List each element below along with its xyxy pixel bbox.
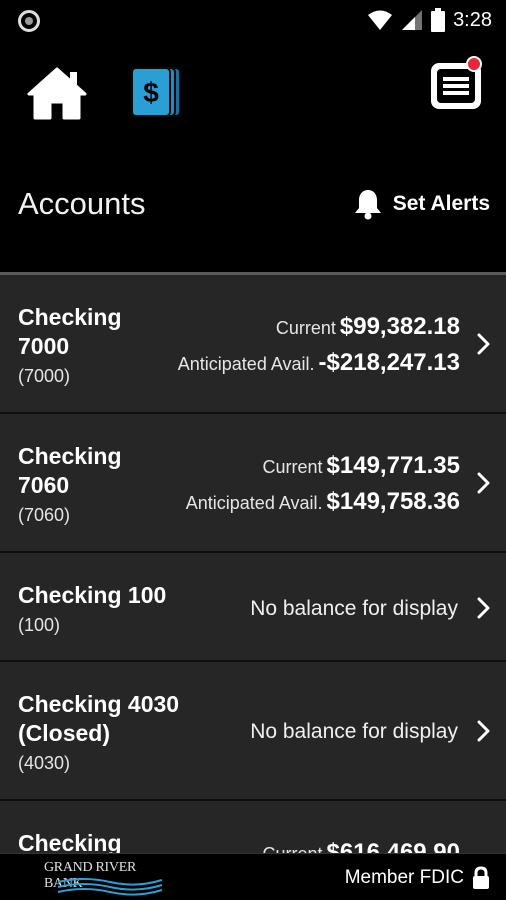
member-fdic-label: Member FDIC bbox=[344, 867, 464, 888]
no-balance-text: No balance for display bbox=[250, 597, 458, 620]
anticipated-value: $149,758.36 bbox=[326, 488, 460, 515]
status-bar: 3:28 bbox=[0, 0, 506, 40]
account-number: (4030) bbox=[18, 753, 71, 773]
home-icon bbox=[27, 67, 87, 120]
dollar-cards-icon: $ bbox=[131, 67, 181, 117]
chevron-right-icon bbox=[477, 472, 490, 494]
chevron-right-icon bbox=[477, 720, 490, 742]
current-balance: Current $99,382.18 bbox=[276, 313, 460, 341]
member-fdic: Member FDIC bbox=[345, 866, 490, 890]
anticipated-balance: Anticipated Avail. -$218,247.13 bbox=[178, 349, 460, 377]
set-alerts-label: Set Alerts bbox=[392, 192, 490, 215]
no-balance-text: No balance for display bbox=[250, 720, 458, 743]
account-row-100[interactable]: Checking 100 (100) No balance for displa… bbox=[0, 553, 506, 662]
chevron-right-icon bbox=[477, 597, 490, 619]
anticipated-label: Anticipated Avail. bbox=[177, 354, 315, 374]
account-name: Checking 7000 bbox=[18, 304, 122, 359]
current-balance: Current $616,469.90 bbox=[263, 839, 461, 853]
account-row-7000[interactable]: Checking 7000 (7000) Current $99,382.18 … bbox=[0, 275, 506, 414]
page-title: Accounts bbox=[18, 186, 146, 221]
account-number: (7000) bbox=[18, 366, 71, 386]
bell-icon bbox=[354, 190, 381, 220]
current-value: $149,771.35 bbox=[326, 452, 460, 479]
page-header: Accounts Set Alerts bbox=[0, 140, 506, 272]
account-number: (7060) bbox=[18, 505, 71, 525]
notification-badge bbox=[466, 56, 482, 72]
toolbar: $ bbox=[0, 40, 506, 140]
anticipated-balance: Anticipated Avail. $149,758.36 bbox=[186, 488, 460, 516]
set-alerts-button[interactable]: Set Alerts bbox=[353, 186, 490, 222]
bank-logo: GRAND RIVER BANK bbox=[44, 860, 174, 896]
cell-signal-icon bbox=[402, 10, 423, 30]
account-name: Checking bbox=[18, 830, 122, 853]
bank-logo-waves bbox=[57, 878, 163, 896]
footer: GRAND RIVER BANK Member FDIC bbox=[0, 853, 506, 900]
account-row-partial[interactable]: Checking Current $616,469.90 bbox=[0, 801, 506, 853]
status-time: 3:28 bbox=[453, 8, 492, 31]
svg-text:$: $ bbox=[143, 77, 159, 108]
battery-icon bbox=[431, 8, 446, 32]
lock-icon bbox=[473, 866, 489, 889]
current-balance: Current $149,771.35 bbox=[263, 452, 461, 480]
menu-button[interactable] bbox=[428, 56, 486, 114]
account-name: Checking 7060 bbox=[18, 443, 122, 498]
current-label: Current bbox=[275, 318, 336, 338]
account-name: Checking 100 bbox=[18, 582, 167, 608]
notification-status-icon bbox=[18, 10, 40, 32]
chevron-right-icon bbox=[477, 333, 490, 355]
account-list[interactable]: Checking 7000 (7000) Current $99,382.18 … bbox=[0, 275, 506, 853]
home-button[interactable] bbox=[26, 66, 88, 120]
status-icons: 3:28 bbox=[367, 6, 492, 34]
account-row-7060[interactable]: Checking 7060 (7060) Current $149,771.35… bbox=[0, 414, 506, 553]
account-number: (100) bbox=[18, 615, 61, 635]
anticipated-label: Anticipated Avail. bbox=[185, 493, 323, 513]
transfers-button[interactable]: $ bbox=[130, 64, 184, 120]
account-row-4030[interactable]: Checking 4030 (Closed) (4030) No balance… bbox=[0, 662, 506, 801]
current-value: $99,382.18 bbox=[339, 313, 460, 340]
account-name: Checking 4030 (Closed) bbox=[18, 691, 180, 746]
current-label: Current bbox=[262, 457, 323, 477]
current-label: Current bbox=[263, 844, 323, 853]
current-value: $616,469.90 bbox=[326, 839, 460, 853]
wifi-icon bbox=[368, 10, 393, 30]
anticipated-value: -$218,247.13 bbox=[318, 349, 460, 376]
